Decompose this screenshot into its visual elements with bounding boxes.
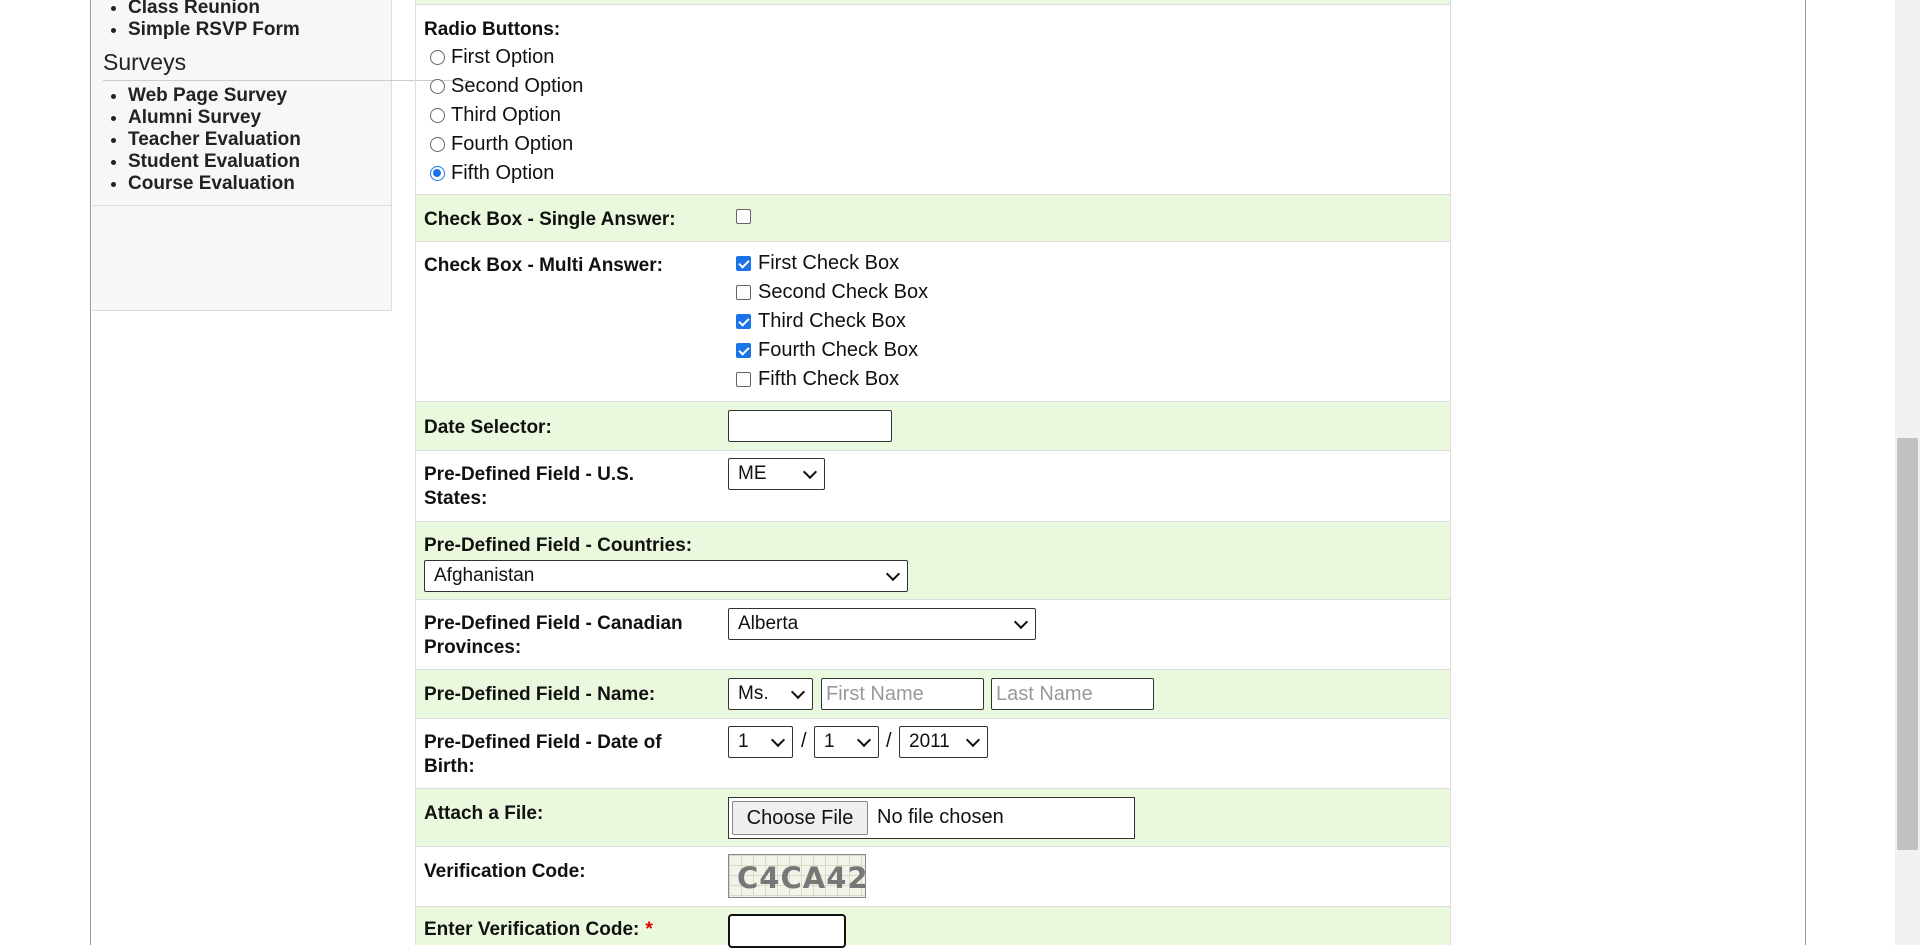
sidebar-item-alumni-survey[interactable]: Alumni Survey: [128, 107, 301, 129]
checkbox-single-row: Check Box - Single Answer:: [416, 195, 1450, 242]
sidebar-item-simple-rsvp-form[interactable]: Simple RSVP Form: [128, 19, 300, 41]
checkbox-checked[interactable]: [736, 314, 751, 329]
dob-separator: /: [801, 730, 807, 752]
date-selector-input[interactable]: [728, 410, 892, 442]
attach-file-label: Attach a File:: [424, 803, 544, 824]
radio-row: Radio Buttons: First Option Second Optio…: [416, 4, 1450, 195]
canadian-provinces-select[interactable]: Alberta: [728, 608, 1036, 640]
chevron-down-icon: [965, 732, 981, 748]
choose-file-button[interactable]: Choose File: [732, 801, 868, 835]
chevron-down-icon: [885, 566, 901, 582]
countries-select[interactable]: Afghanistan: [424, 560, 908, 592]
checkbox-checked[interactable]: [736, 256, 751, 271]
checkbox-single-label: Check Box - Single Answer:: [424, 209, 676, 230]
date-selector-label: Date Selector:: [424, 417, 552, 438]
checkbox-option-second[interactable]: Second Check Box: [736, 281, 928, 304]
form-table: Radio Buttons: First Option Second Optio…: [415, 0, 1451, 948]
chevron-down-icon: [770, 732, 786, 748]
checkbox-option-third[interactable]: Third Check Box: [736, 310, 906, 333]
radio-button-selected[interactable]: [430, 166, 445, 181]
countries-label: Pre-Defined Field - Countries:: [424, 535, 693, 556]
name-title-select[interactable]: Ms.: [728, 678, 813, 710]
canadian-provinces-label: Pre-Defined Field - Canadian Provinces:: [424, 613, 683, 658]
radio-button[interactable]: [430, 108, 445, 123]
name-row: Pre-Defined Field - Name: Ms. First Name…: [416, 670, 1450, 719]
checkbox-option-first[interactable]: First Check Box: [736, 252, 899, 275]
enter-verification-label: Enter Verification Code: *: [424, 919, 653, 940]
checkbox-option-fifth[interactable]: Fifth Check Box: [736, 368, 899, 391]
radio-option-fourth[interactable]: Fourth Option: [430, 133, 573, 156]
chevron-down-icon: [1013, 614, 1029, 630]
radio-button[interactable]: [430, 79, 445, 94]
verification-code-input[interactable]: [728, 914, 846, 948]
date-of-birth-label: Pre-Defined Field - Date of Birth:: [424, 732, 662, 777]
sidebar-item-teacher-evaluation[interactable]: Teacher Evaluation: [128, 129, 301, 151]
checkbox-unchecked[interactable]: [736, 285, 751, 300]
sidebar-item-class-reunion[interactable]: Class Reunion: [128, 0, 300, 19]
dob-year-select[interactable]: 2011: [899, 726, 988, 758]
radio-option-second[interactable]: Second Option: [430, 75, 583, 98]
sidebar-item-student-evaluation[interactable]: Student Evaluation: [128, 151, 301, 173]
us-states-label: Pre-Defined Field - U.S. States:: [424, 464, 635, 509]
file-input[interactable]: Choose File No file chosen: [728, 797, 1135, 839]
forms-list: Class Reunion Simple RSVP Form: [92, 0, 300, 41]
sidebar-nav: Class Reunion Simple RSVP Form Surveys W…: [92, 0, 469, 206]
sidebar-item-web-page-survey[interactable]: Web Page Survey: [128, 85, 301, 107]
checkbox-single[interactable]: [736, 209, 751, 224]
checkbox-multi-row: Check Box - Multi Answer: First Check Bo…: [416, 242, 1450, 402]
vertical-scrollbar[interactable]: [1895, 0, 1920, 945]
radio-option-third[interactable]: Third Option: [430, 104, 561, 127]
dob-separator: /: [886, 730, 892, 752]
us-states-row: Pre-Defined Field - U.S. States: ME: [416, 451, 1450, 522]
date-of-birth-row: Pre-Defined Field - Date of Birth: 1 / 1 …: [416, 719, 1450, 789]
enter-verification-row: Enter Verification Code: *: [416, 907, 1450, 948]
chevron-down-icon: [802, 464, 818, 480]
name-label: Pre-Defined Field - Name:: [424, 684, 656, 705]
sidebar-item-course-evaluation[interactable]: Course Evaluation: [128, 173, 301, 195]
file-status: No file chosen: [877, 806, 1004, 828]
canadian-provinces-row: Pre-Defined Field - Canadian Provinces: A…: [416, 600, 1450, 670]
dob-month-select[interactable]: 1: [728, 726, 793, 758]
first-name-input[interactable]: First Name: [821, 678, 984, 710]
countries-row: Pre-Defined Field - Countries: Afghanist…: [416, 522, 1450, 600]
radio-button[interactable]: [430, 50, 445, 65]
radio-button[interactable]: [430, 137, 445, 152]
radio-label: Radio Buttons:: [424, 19, 561, 40]
captcha-image: C4CA42: [728, 854, 866, 898]
chevron-down-icon: [856, 732, 872, 748]
checkbox-checked[interactable]: [736, 343, 751, 358]
verification-label: Verification Code:: [424, 861, 586, 882]
checkbox-option-fourth[interactable]: Fourth Check Box: [736, 339, 918, 362]
date-selector-row: Date Selector:: [416, 402, 1450, 451]
scrollbar-thumb[interactable]: [1897, 438, 1918, 850]
checkbox-unchecked[interactable]: [736, 372, 751, 387]
sidebar: Class Reunion Simple RSVP Form Surveys W…: [92, 0, 469, 311]
surveys-list: Web Page Survey Alumni Survey Teacher Ev…: [92, 85, 301, 195]
last-name-input[interactable]: Last Name: [991, 678, 1154, 710]
required-marker: *: [645, 919, 653, 940]
verification-row: Verification Code: C4CA42: [416, 847, 1450, 907]
dob-day-select[interactable]: 1: [814, 726, 879, 758]
radio-option-fifth[interactable]: Fifth Option: [430, 162, 554, 185]
attach-file-row: Attach a File: Choose File No file chose…: [416, 789, 1450, 847]
radio-option-first[interactable]: First Option: [430, 46, 554, 69]
us-states-select[interactable]: ME: [728, 458, 825, 490]
checkbox-multi-label: Check Box - Multi Answer:: [424, 255, 663, 276]
chevron-down-icon: [790, 684, 806, 700]
